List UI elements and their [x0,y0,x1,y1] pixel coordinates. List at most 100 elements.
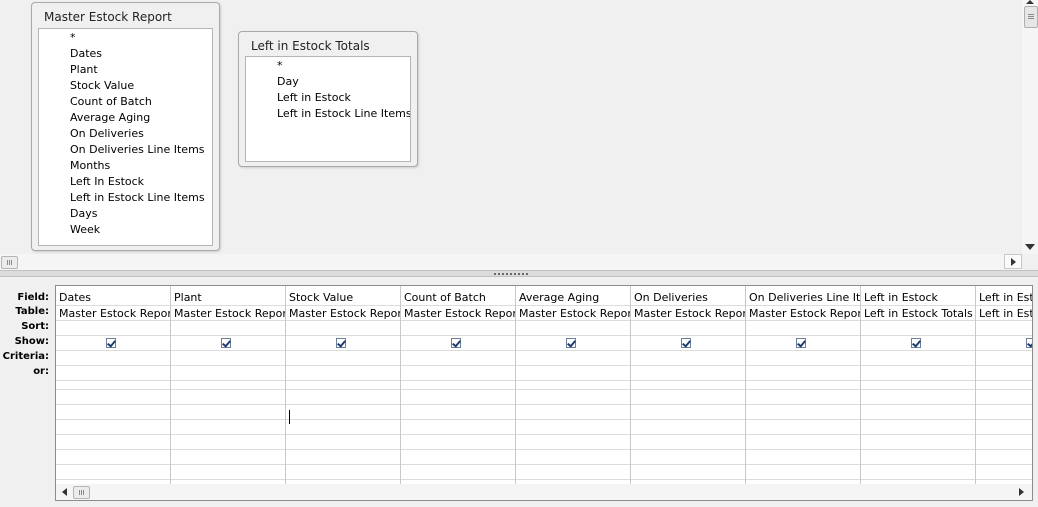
row-label-show: Show: [14,336,49,347]
checkmark-icon [912,338,921,348]
or-cell[interactable] [56,366,170,381]
field-list-item[interactable]: Left in Estock Line Items [39,190,212,206]
field-list-items: * Dates Plant Stock Value Count of Batch… [38,28,213,246]
sort-cell[interactable] [171,321,285,336]
field-list-item[interactable]: Count of Batch [39,94,212,110]
arrow-up-icon[interactable] [1026,0,1034,4]
grid-column: Stock Value Master Estock Report [286,286,401,484]
or-cell[interactable] [631,366,745,381]
design-grid[interactable]: Dates Master Estock Report Plant Master … [55,285,1033,485]
query-design-upper-pane: Master Estock Report * Dates Plant Stock… [0,0,1038,270]
sort-cell[interactable] [746,321,860,336]
criteria-cell[interactable] [976,351,1032,366]
field-cell[interactable]: Stock Value [286,290,400,306]
show-checkbox[interactable] [106,338,116,348]
field-list-item[interactable]: Average Aging [39,110,212,126]
criteria-cell[interactable] [631,351,745,366]
scrollbar-thumb[interactable] [1024,6,1038,28]
criteria-cell[interactable] [401,351,515,366]
field-list-item[interactable]: Days [39,206,212,222]
checkmark-icon [682,338,691,348]
show-checkbox[interactable] [911,338,921,348]
sort-cell[interactable] [56,321,170,336]
field-cell[interactable]: Plant [171,290,285,306]
criteria-cell[interactable] [286,351,400,366]
criteria-cell[interactable] [56,351,170,366]
grid-horizontal-scrollbar[interactable] [55,484,1033,501]
field-list-title[interactable]: Master Estock Report [44,10,172,24]
table-cell[interactable]: Master Estock Report [631,306,745,321]
criteria-cell[interactable] [861,351,975,366]
field-list-item[interactable]: Day [246,74,410,90]
field-cell[interactable]: Left in Estock [861,290,975,306]
scrollbar-thumb[interactable] [73,486,90,499]
field-list-item[interactable]: Left In Estock [39,174,212,190]
sort-cell[interactable] [286,321,400,336]
scroll-right-button[interactable] [1004,254,1022,269]
show-cell [171,336,285,351]
field-list-item[interactable]: On Deliveries [39,126,212,142]
checkmark-icon [337,338,346,348]
or-cell[interactable] [746,366,860,381]
field-list-item[interactable]: * [39,30,212,46]
table-cell[interactable]: Master Estock Report [401,306,515,321]
or-cell[interactable] [861,366,975,381]
criteria-cell[interactable] [516,351,630,366]
field-list-item[interactable]: On Deliveries Line Items [39,142,212,158]
field-cell[interactable]: On Deliveries [631,290,745,306]
or-cell[interactable] [286,366,400,381]
field-cell[interactable]: Average Aging [516,290,630,306]
arrow-right-icon [1019,488,1024,496]
splitter-grip-icon[interactable] [494,273,530,275]
field-list-item[interactable]: Stock Value [39,78,212,94]
field-list-item[interactable]: Plant [39,62,212,78]
table-cell[interactable]: Left in Esto [976,306,1032,321]
field-cell[interactable]: On Deliveries Line Iter [746,290,860,306]
or-cell[interactable] [976,366,1032,381]
table-cell[interactable]: Master Estock Report [516,306,630,321]
show-checkbox[interactable] [451,338,461,348]
field-cell[interactable]: Dates [56,290,170,306]
table-cell[interactable]: Master Estock Report [286,306,400,321]
show-checkbox[interactable] [221,338,231,348]
text-cursor [289,410,290,424]
scrollbar-thumb[interactable] [1,256,18,269]
upper-horizontal-scrollbar[interactable] [0,254,1022,270]
show-checkbox[interactable] [1026,338,1032,348]
sort-cell[interactable] [401,321,515,336]
sort-cell[interactable] [861,321,975,336]
show-checkbox[interactable] [796,338,806,348]
or-cell[interactable] [171,366,285,381]
field-list-item[interactable]: Week [39,222,212,238]
table-cell[interactable]: Master Estock Report [171,306,285,321]
scroll-right-button[interactable] [1013,485,1030,499]
sort-cell[interactable] [631,321,745,336]
table-cell[interactable]: Left in Estock Totals [861,306,975,321]
field-list-master-estock-report[interactable]: Master Estock Report * Dates Plant Stock… [31,2,220,251]
field-list-left-in-estock-totals[interactable]: Left in Estock Totals * Day Left in Esto… [238,31,418,167]
field-cell[interactable]: Count of Batch [401,290,515,306]
or-cell[interactable] [401,366,515,381]
field-list-item[interactable]: * [246,58,410,74]
field-list-item[interactable]: Left in Estock Line Items [246,106,410,122]
show-checkbox[interactable] [681,338,691,348]
field-cell[interactable]: Left in Esto [976,290,1032,306]
sort-cell[interactable] [516,321,630,336]
pane-splitter[interactable] [0,270,1038,277]
upper-vertical-scrollbar[interactable] [1022,0,1038,254]
arrow-down-icon[interactable] [1025,244,1035,250]
show-checkbox[interactable] [566,338,576,348]
criteria-cell[interactable] [746,351,860,366]
criteria-cell[interactable] [171,351,285,366]
or-cell[interactable] [516,366,630,381]
show-checkbox[interactable] [336,338,346,348]
table-cell[interactable]: Master Estock Report [746,306,860,321]
scroll-left-button[interactable] [57,485,74,499]
sort-cell[interactable] [976,321,1032,336]
query-design-grid-pane: Field: Table: Sort: Show: Criteria: or: … [0,277,1038,507]
field-list-item[interactable]: Months [39,158,212,174]
field-list-item[interactable]: Left in Estock [246,90,410,106]
table-cell[interactable]: Master Estock Report [56,306,170,321]
field-list-title[interactable]: Left in Estock Totals [251,39,370,53]
field-list-item[interactable]: Dates [39,46,212,62]
